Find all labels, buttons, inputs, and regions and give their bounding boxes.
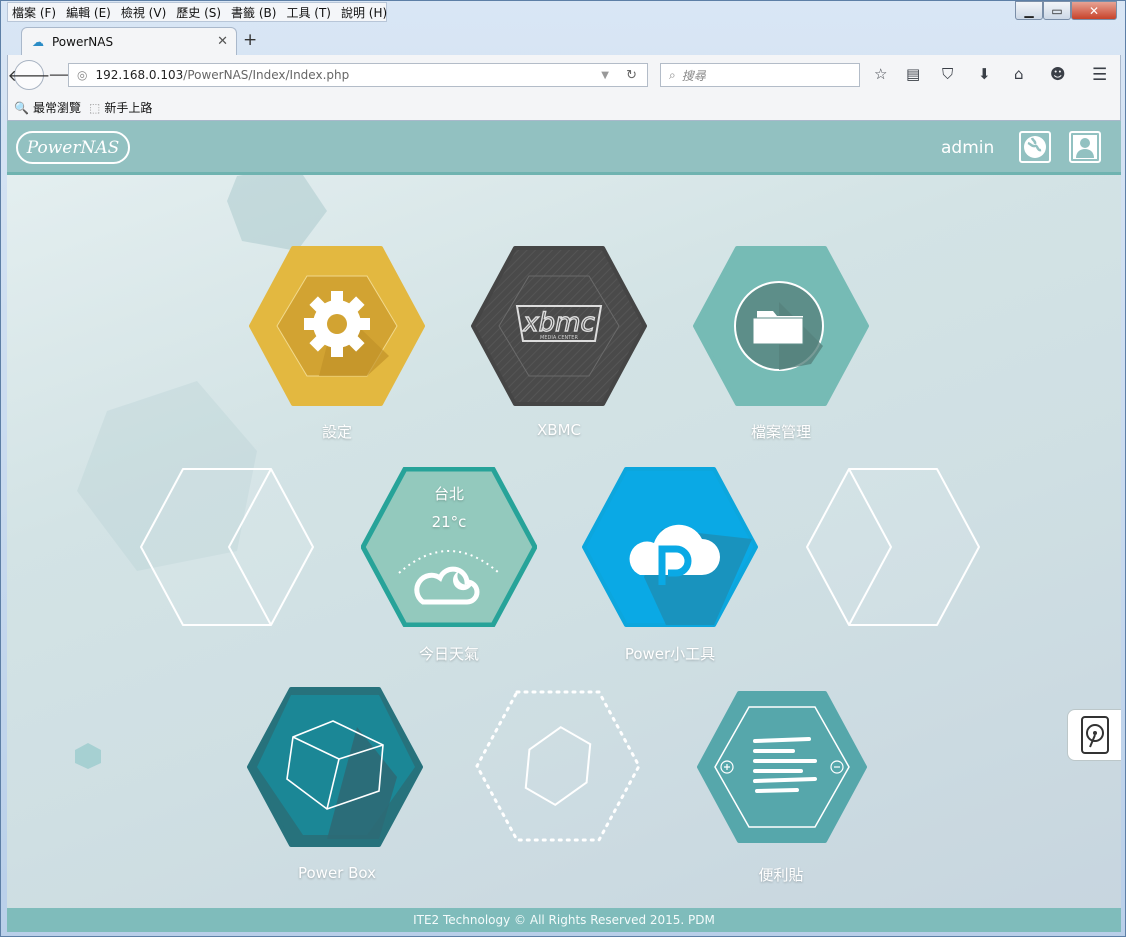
user-icon: [1073, 135, 1097, 159]
gear-icon: [304, 291, 370, 357]
powernas-logo[interactable]: PowerNAS: [16, 131, 130, 164]
url-path: /PowerNAS/Index/Index.php: [183, 68, 350, 82]
globe-language-button[interactable]: [1019, 131, 1051, 163]
download-icon[interactable]: ⬇: [978, 65, 991, 83]
username-label: admin: [941, 138, 995, 158]
hamburger-menu-icon[interactable]: ☰: [1092, 65, 1107, 85]
svg-text:xbmc: xbmc: [522, 308, 595, 338]
xbmc-label: XBMC: [537, 421, 581, 439]
settings-label: 設定: [321, 423, 352, 441]
bookmark-most-visited[interactable]: 最常瀏覽: [33, 99, 81, 116]
menu-bookmarks[interactable]: 書籤 (B): [231, 4, 276, 21]
weather-label: 今日天氣: [418, 645, 479, 663]
cloud-favicon-icon: ☁: [32, 34, 44, 49]
browser-window: 檔案 (F) 編輯 (E) 檢視 (V) 歷史 (S) 書籤 (B) 工具 (T…: [0, 0, 1126, 937]
bookmark-getting-started[interactable]: 新手上路: [104, 99, 152, 116]
menu-history[interactable]: 歷史 (S): [176, 4, 221, 21]
weather-temperature: 21°c: [431, 513, 467, 531]
window-controls: ▁ ▭ ✕: [1015, 1, 1117, 20]
empty-slot-right: [806, 468, 980, 626]
search-icon: ⌕: [669, 67, 676, 82]
menu-tools[interactable]: 工具 (T): [286, 4, 331, 21]
menu-bar: 檔案 (F) 編輯 (E) 檢視 (V) 歷史 (S) 書籤 (B) 工具 (T…: [7, 2, 387, 22]
menu-view[interactable]: 檢視 (V): [121, 4, 166, 21]
menu-help[interactable]: 說明 (H): [341, 4, 387, 21]
user-profile-button[interactable]: [1069, 131, 1101, 163]
tab-strip: ☁ PowerNAS ✕ +: [7, 25, 1121, 55]
globe-icon: [1024, 136, 1046, 158]
hard-disk-icon: [1081, 716, 1109, 754]
bookmarks-toolbar: 🔍 最常瀏覽 ⬚ 新手上路: [7, 95, 1121, 121]
disk-status-widget[interactable]: [1067, 709, 1121, 761]
most-visited-icon: 🔍: [14, 100, 29, 115]
getting-started-icon: ⬚: [88, 100, 101, 115]
power-box-label: Power Box: [297, 864, 376, 882]
close-window-button[interactable]: ✕: [1071, 1, 1117, 20]
menu-edit[interactable]: 編輯 (E): [66, 4, 111, 21]
minimize-button[interactable]: ▁: [1015, 1, 1043, 20]
home-icon[interactable]: ⌂: [1014, 65, 1024, 83]
powernas-page: PowerNAS admin 設定 xbmc MEDIA CENTER XBMC…: [7, 121, 1121, 932]
empty-slot-left: [140, 468, 314, 626]
navigation-bar: 🡐 🡒 ◎ 192.168.0.103/PowerNAS/Index/Index…: [7, 55, 1121, 95]
xbmc-tile[interactable]: xbmc MEDIA CENTER: [471, 246, 647, 406]
url-host: 192.168.0.103: [95, 68, 184, 82]
file-manager-label: 檔案管理: [750, 423, 811, 441]
bg-small-cube: [75, 743, 101, 769]
close-tab-icon[interactable]: ✕: [217, 34, 228, 49]
maximize-button[interactable]: ▭: [1043, 1, 1071, 20]
search-input[interactable]: ⌕ 搜尋: [660, 63, 860, 87]
search-placeholder: 搜尋: [681, 68, 706, 83]
back-button[interactable]: 🡐: [8, 60, 50, 90]
sticky-notes-tile[interactable]: [697, 691, 867, 843]
power-tools-tile[interactable]: [582, 467, 758, 627]
svg-text:MEDIA CENTER: MEDIA CENTER: [540, 335, 578, 341]
menu-file[interactable]: 檔案 (F): [12, 4, 56, 21]
weather-city: 台北: [433, 485, 464, 503]
add-app-slot[interactable]: [473, 689, 643, 843]
globe-icon: ◎: [77, 68, 88, 82]
power-box-tile[interactable]: [247, 687, 423, 847]
reading-list-icon[interactable]: ▤: [906, 65, 920, 83]
app-header: PowerNAS admin: [7, 121, 1121, 175]
address-bar[interactable]: ◎ 192.168.0.103/PowerNAS/Index/Index.php…: [68, 63, 648, 87]
settings-tile[interactable]: [249, 246, 425, 406]
pocket-icon[interactable]: ⛉: [942, 65, 953, 83]
reload-icon[interactable]: ↻: [626, 68, 637, 83]
sticky-notes-label: 便利貼: [758, 866, 804, 884]
xbmc-logo-icon: xbmc MEDIA CENTER: [515, 305, 603, 342]
file-manager-tile[interactable]: [693, 246, 869, 406]
new-tab-button[interactable]: +: [243, 30, 257, 50]
page-footer: ITE2 Technology © All Rights Reserved 20…: [7, 908, 1121, 932]
tab-title: PowerNAS: [52, 34, 114, 49]
power-tools-label: Power小工具: [624, 645, 716, 663]
chat-icon[interactable]: ☻: [1050, 65, 1066, 83]
tab-powernas[interactable]: ☁ PowerNAS ✕: [21, 27, 237, 55]
url-dropdown-icon[interactable]: ▼: [601, 70, 609, 81]
bookmark-star-icon[interactable]: ☆: [874, 65, 887, 83]
